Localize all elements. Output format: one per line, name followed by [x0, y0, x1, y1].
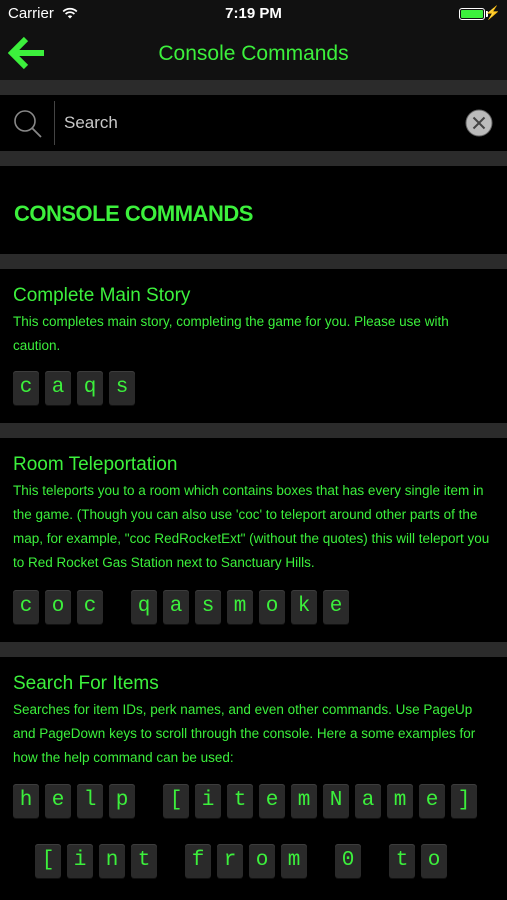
command-key: m [281, 844, 307, 878]
command-key: q [131, 590, 157, 624]
command-key: q [77, 371, 103, 405]
page-title: Console Commands [158, 42, 349, 65]
separator [0, 80, 507, 95]
command-key: o [259, 590, 285, 624]
command-key: t [131, 844, 157, 878]
command-key: m [387, 784, 413, 818]
command-card[interactable]: Search For Items Searches for item IDs, … [0, 657, 507, 900]
command-description: This completes main story, completing th… [13, 314, 449, 353]
command-description: This teleports you to a room which conta… [13, 483, 490, 570]
command-key: c [13, 590, 39, 624]
command-key: [ [163, 784, 189, 818]
command-key: ] [451, 784, 477, 818]
command-key: m [227, 590, 253, 624]
command-key: l [77, 784, 103, 818]
command-key: e [323, 590, 349, 624]
separator [0, 151, 507, 166]
search-divider [54, 101, 55, 145]
command-key: k [291, 590, 317, 624]
command-title: Search For Items [13, 673, 159, 694]
charging-icon: ⚡ [484, 5, 501, 20]
command-key: o [421, 844, 447, 878]
separator [0, 254, 507, 269]
clock: 7:19 PM [225, 5, 282, 22]
command-title: Room Teleportation [13, 454, 178, 475]
command-description: Searches for item IDs, perk names, and e… [13, 702, 476, 765]
command-key: a [163, 590, 189, 624]
command-key: e [259, 784, 285, 818]
command-key: c [13, 371, 39, 405]
search-icon [12, 108, 44, 140]
command-key: t [227, 784, 253, 818]
command-key: n [99, 844, 125, 878]
battery-icon [459, 8, 485, 20]
command-key: o [249, 844, 275, 878]
status-bar: Carrier 7:19 PM ⚡ [0, 0, 507, 28]
command-key: e [419, 784, 445, 818]
command-key: e [45, 784, 71, 818]
command-key: o [45, 590, 71, 624]
section-heading: CONSOLE COMMANDS [14, 201, 253, 226]
navigation-bar: Console Commands [0, 28, 507, 80]
command-key: i [195, 784, 221, 818]
command-key: m [291, 784, 317, 818]
command-key: N [323, 784, 349, 818]
search-input[interactable] [64, 107, 444, 139]
command-title: Complete Main Story [13, 285, 191, 306]
command-key: i [67, 844, 93, 878]
separator [0, 642, 507, 657]
command-key: r [217, 844, 243, 878]
separator [0, 423, 507, 438]
command-key: p [109, 784, 135, 818]
command-key: a [45, 371, 71, 405]
command-key: h [13, 784, 39, 818]
command-key: s [195, 590, 221, 624]
command-key: t [389, 844, 415, 878]
command-card[interactable]: Room Teleportation This teleports you to… [0, 438, 507, 642]
command-key: c [77, 590, 103, 624]
command-key: a [355, 784, 381, 818]
command-key: [ [35, 844, 61, 878]
command-card[interactable]: Complete Main Story This completes main … [0, 269, 507, 423]
section-header: CONSOLE COMMANDS [0, 166, 507, 254]
search-bar [0, 95, 507, 151]
command-key: f [185, 844, 211, 878]
command-key: s [109, 371, 135, 405]
clear-search-icon[interactable] [465, 109, 493, 137]
command-key: 0 [335, 844, 361, 878]
